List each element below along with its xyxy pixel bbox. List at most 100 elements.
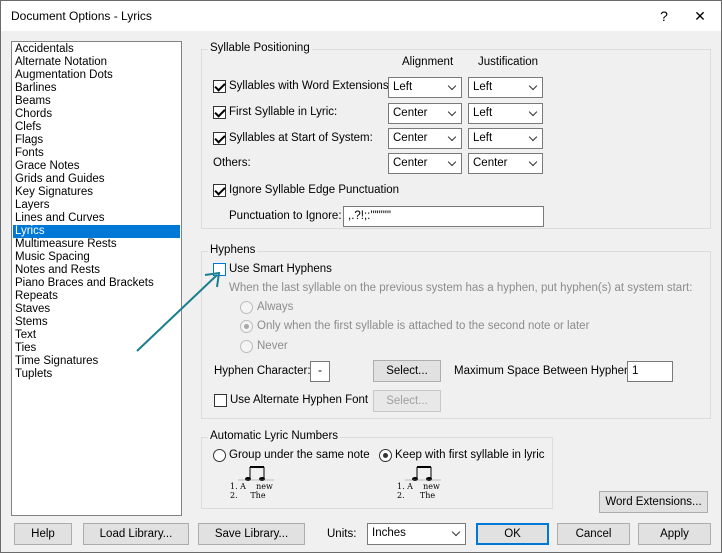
punctuation-to-ignore-input[interactable]: ,.?!;:'""""' [343,206,544,227]
window-title: Document Options - Lyrics [11,9,152,23]
title-bar: Document Options - Lyrics ? ✕ [1,1,721,31]
ok-button[interactable]: OK [476,523,549,545]
category-item[interactable]: Grids and Guides [13,173,180,186]
cancel-button[interactable]: Cancel [557,523,630,545]
keep-with-notation-image: 1. A new 2. The [397,464,447,504]
others-alignment-select[interactable]: Center [388,153,462,174]
close-icon[interactable]: ✕ [689,5,711,27]
chevron-down-icon [448,133,458,143]
keep-with-first-syllable-label: Keep with first syllable in lyric [395,449,545,461]
category-item[interactable]: Beams [13,95,180,108]
keep-with-example-line2: 2. The [397,491,436,500]
alternate-font-select-button[interactable]: Select... [373,390,441,412]
category-item[interactable]: Clefs [13,121,180,134]
chevron-down-icon [448,108,458,118]
units-select[interactable]: Inches [367,523,466,545]
smart-hyphens-description: When the last syllable on the previous s… [229,282,693,294]
category-item[interactable]: Layers [13,199,180,212]
category-item[interactable]: Lines and Curves [13,212,180,225]
hyphen-only-when-radio[interactable] [240,320,253,333]
category-item[interactable]: Key Signatures [13,186,180,199]
hyphen-always-label: Always [257,301,294,313]
start-of-system-label: Syllables at Start of System: [229,132,373,144]
others-justification-value: Center [473,157,508,169]
category-item[interactable]: Accidentals [13,43,180,56]
keep-with-first-syllable-radio[interactable] [379,449,392,462]
chevron-down-icon [448,82,458,92]
hyphen-never-label: Never [257,340,288,352]
start-of-system-justification-select[interactable]: Left [468,128,543,149]
syllable-positioning-title: Syllable Positioning [208,42,312,54]
ignore-edge-punctuation-checkbox[interactable] [213,184,226,197]
chevron-down-icon [529,158,539,168]
hyphen-only-when-label: Only when the first syllable is attached… [257,320,590,332]
word-extensions-label: Syllables with Word Extensions: [229,80,392,92]
hyphen-never-radio[interactable] [240,340,253,353]
first-syllable-justification-value: Left [473,107,493,119]
automatic-lyric-numbers-title: Automatic Lyric Numbers [208,430,341,442]
category-item[interactable]: Alternate Notation [13,56,180,69]
hyphen-always-radio[interactable] [240,301,253,314]
others-label: Others: [213,157,251,169]
max-space-between-hyphens-label: Maximum Space Between Hyphens: [454,365,640,377]
first-syllable-checkbox[interactable] [213,106,226,119]
word-extensions-checkbox[interactable] [213,80,226,93]
keep-with-example-line1: 1. A new [397,482,440,491]
save-library-button[interactable]: Save Library... [198,523,305,545]
start-of-system-checkbox[interactable] [213,132,226,145]
load-library-button[interactable]: Load Library... [83,523,189,545]
category-item[interactable]: Time Signatures [13,355,180,368]
annotation-arrow [136,271,221,352]
hyphens-title: Hyphens [208,244,258,256]
category-item[interactable]: Flags [13,134,180,147]
units-value: Inches [372,527,406,539]
group-under-example-line1: 1. A new [230,482,273,491]
word-extensions-justification-value: Left [473,81,493,93]
others-alignment-value: Center [393,157,428,169]
start-of-system-alignment-value: Center [393,132,428,144]
category-item[interactable]: Fonts [13,147,180,160]
max-space-between-hyphens-input[interactable]: 1 [627,361,673,382]
units-label: Units: [327,528,357,540]
chevron-down-icon [529,108,539,118]
group-under-notation-image: 1. A new 2. The [230,464,280,504]
word-extensions-justification-select[interactable]: Left [468,77,543,98]
start-of-system-justification-value: Left [473,132,493,144]
group-under-example-line2: 2. The [230,491,266,500]
category-item[interactable]: Grace Notes [13,160,180,173]
group-under-same-note-label: Group under the same note [229,449,370,461]
alternate-hyphen-font-checkbox[interactable] [214,394,227,407]
hyphen-character-label: Hyphen Character: [214,365,311,377]
ignore-edge-punctuation-label: Ignore Syllable Edge Punctuation [229,184,400,196]
hyphen-select-button[interactable]: Select... [373,360,441,382]
help-button[interactable]: Help [14,523,72,545]
apply-button[interactable]: Apply [638,523,711,545]
word-extensions-alignment-select[interactable]: Left [388,77,462,98]
word-extensions-button[interactable]: Word Extensions... [599,491,708,513]
others-justification-select[interactable]: Center [468,153,543,174]
category-item[interactable]: Multimeasure Rests [13,238,180,251]
hyphen-character-input[interactable]: - [310,361,330,382]
use-smart-hyphens-label: Use Smart Hyphens [229,263,332,275]
category-item[interactable]: Lyrics [13,225,180,238]
dialog-window: Document Options - Lyrics ? ✕ Accidental… [0,0,722,553]
first-syllable-alignment-select[interactable]: Center [388,103,462,124]
first-syllable-justification-select[interactable]: Left [468,103,543,124]
category-item[interactable]: Augmentation Dots [13,69,180,82]
help-question-icon[interactable]: ? [653,5,675,27]
start-of-system-alignment-select[interactable]: Center [388,128,462,149]
first-syllable-alignment-value: Center [393,107,428,119]
category-item[interactable]: Barlines [13,82,180,95]
first-syllable-label: First Syllable in Lyric: [229,106,338,118]
chevron-down-icon [452,528,462,538]
group-under-same-note-radio[interactable] [213,449,226,462]
justification-column-header: Justification [478,56,539,68]
category-item[interactable]: Tuplets [13,368,180,381]
chevron-down-icon [529,82,539,92]
chevron-down-icon [529,133,539,143]
chevron-down-icon [448,158,458,168]
punctuation-to-ignore-label: Punctuation to Ignore: [229,210,342,222]
word-extensions-alignment-value: Left [393,81,413,93]
category-item[interactable]: Chords [13,108,180,121]
alternate-hyphen-font-label: Use Alternate Hyphen Font [230,394,369,406]
